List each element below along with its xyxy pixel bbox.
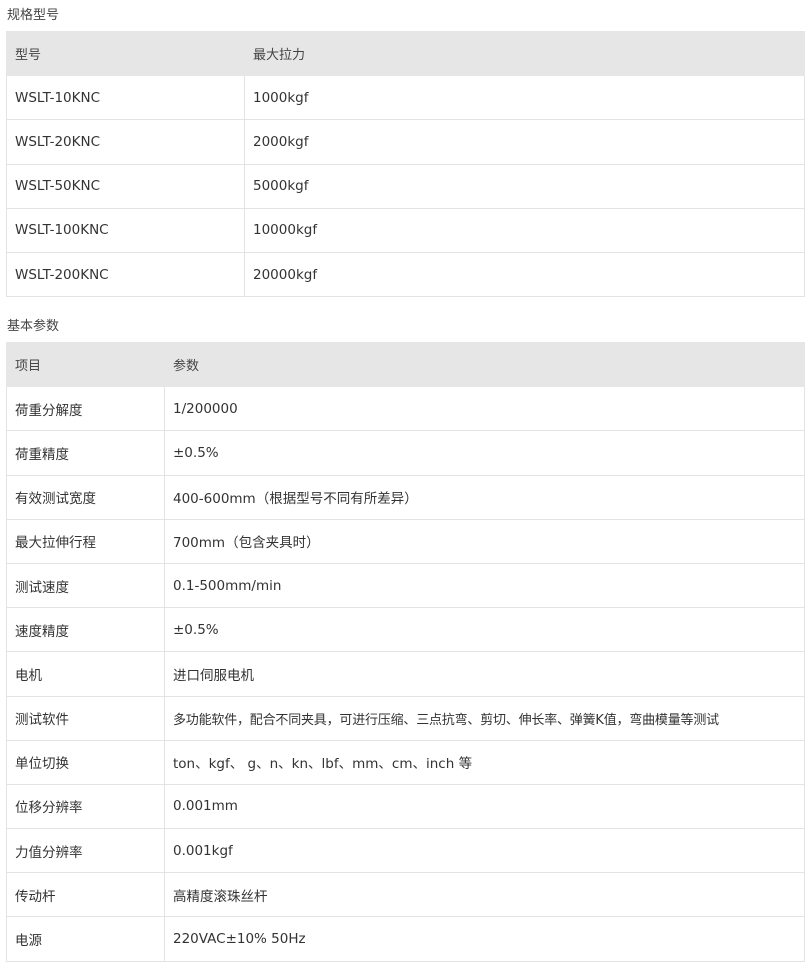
table-row: 电机 进口伺服电机 xyxy=(6,651,805,697)
param-value-cell: 400-600mm（根据型号不同有所差异） xyxy=(164,474,805,520)
spec-model-cell: WSLT-10KNC xyxy=(6,75,245,121)
param-value-cell: 多功能软件，配合不同夹具，可进行压缩、三点抗弯、剪切、伸长率、弹簧K值，弯曲模量… xyxy=(164,695,805,741)
spec-force-cell: 2000kgf xyxy=(244,119,805,165)
param-value-cell: 700mm（包含夹具时） xyxy=(164,518,805,564)
basic-header-row: 项目 参数 xyxy=(6,341,805,388)
param-value-cell: ±0.5% xyxy=(164,430,805,476)
param-value-cell: 0.001mm xyxy=(164,783,805,830)
spec-force-cell: 5000kgf xyxy=(244,163,805,209)
param-value-cell: 0.001kgf xyxy=(164,828,805,874)
spec-model-cell: WSLT-50KNC xyxy=(6,163,245,209)
table-row: 速度精度 ±0.5% xyxy=(6,607,805,653)
table-row: WSLT-100KNC 10000kgf xyxy=(6,207,805,253)
param-name-cell: 测试软件 xyxy=(6,695,165,741)
table-row: 最大拉伸行程 700mm（包含夹具时） xyxy=(6,518,805,564)
param-name-cell: 速度精度 xyxy=(6,607,165,653)
param-value-cell: 高精度滚珠丝杆 xyxy=(164,872,805,918)
table-row: WSLT-200KNC 20000kgf xyxy=(6,251,805,298)
spec-force-cell: 20000kgf xyxy=(244,251,805,298)
param-name-cell: 荷重精度 xyxy=(6,430,165,476)
spec-header-model: 型号 xyxy=(6,30,245,77)
spec-force-cell: 1000kgf xyxy=(244,75,805,121)
param-name-cell: 最大拉伸行程 xyxy=(6,518,165,564)
spec-model-cell: WSLT-100KNC xyxy=(6,207,245,253)
table-row: 荷重分解度 1/200000 xyxy=(6,386,805,432)
table-row: 荷重精度 ±0.5% xyxy=(6,430,805,476)
param-value-cell: 进口伺服电机 xyxy=(164,651,805,697)
table-row: 测试速度 0.1-500mm/min xyxy=(6,562,805,609)
basic-header-item: 项目 xyxy=(6,341,165,388)
param-value-cell: 1/200000 xyxy=(164,386,805,432)
spec-header-row: 型号 最大拉力 xyxy=(6,30,805,77)
basic-section-title: 基本参数 xyxy=(7,319,60,334)
param-name-cell: 荷重分解度 xyxy=(6,386,165,432)
param-name-cell: 位移分辨率 xyxy=(6,783,165,830)
table-row: WSLT-10KNC 1000kgf xyxy=(6,75,805,121)
table-row: 有效测试宽度 400-600mm（根据型号不同有所差异） xyxy=(6,474,805,520)
basic-params-table: 项目 参数 荷重分解度 1/200000 荷重精度 ±0.5% 有效测试宽度 4… xyxy=(6,341,805,962)
spec-model-cell: WSLT-20KNC xyxy=(6,119,245,165)
param-name-cell: 有效测试宽度 xyxy=(6,474,165,520)
spec-section-title: 规格型号 xyxy=(7,8,60,23)
table-row: 单位切换 ton、kgf、 g、n、kn、lbf、mm、cm、inch 等 xyxy=(6,739,805,785)
table-row: 测试软件 多功能软件，配合不同夹具，可进行压缩、三点抗弯、剪切、伸长率、弹簧K值… xyxy=(6,695,805,741)
param-name-cell: 电源 xyxy=(6,916,165,962)
table-row: WSLT-50KNC 5000kgf xyxy=(6,163,805,209)
spec-header-max-force: 最大拉力 xyxy=(244,30,805,77)
table-row: 力值分辨率 0.001kgf xyxy=(6,828,805,874)
param-name-cell: 电机 xyxy=(6,651,165,697)
spec-model-cell: WSLT-200KNC xyxy=(6,251,245,298)
table-row: 电源 220VAC±10% 50Hz xyxy=(6,916,805,962)
param-name-cell: 力值分辨率 xyxy=(6,828,165,874)
param-value-cell: 0.1-500mm/min xyxy=(164,562,805,609)
basic-header-value: 参数 xyxy=(164,341,805,388)
table-row: WSLT-20KNC 2000kgf xyxy=(6,119,805,165)
param-value-cell: ton、kgf、 g、n、kn、lbf、mm、cm、inch 等 xyxy=(164,739,805,785)
param-name-cell: 测试速度 xyxy=(6,562,165,609)
table-row: 传动杆 高精度滚珠丝杆 xyxy=(6,872,805,918)
param-value-cell: ±0.5% xyxy=(164,607,805,653)
param-name-cell: 传动杆 xyxy=(6,872,165,918)
param-value-cell: 220VAC±10% 50Hz xyxy=(164,916,805,962)
param-name-cell: 单位切换 xyxy=(6,739,165,785)
spec-table: 型号 最大拉力 WSLT-10KNC 1000kgf WSLT-20KNC 20… xyxy=(6,30,805,298)
table-row: 位移分辨率 0.001mm xyxy=(6,783,805,830)
spec-force-cell: 10000kgf xyxy=(244,207,805,253)
